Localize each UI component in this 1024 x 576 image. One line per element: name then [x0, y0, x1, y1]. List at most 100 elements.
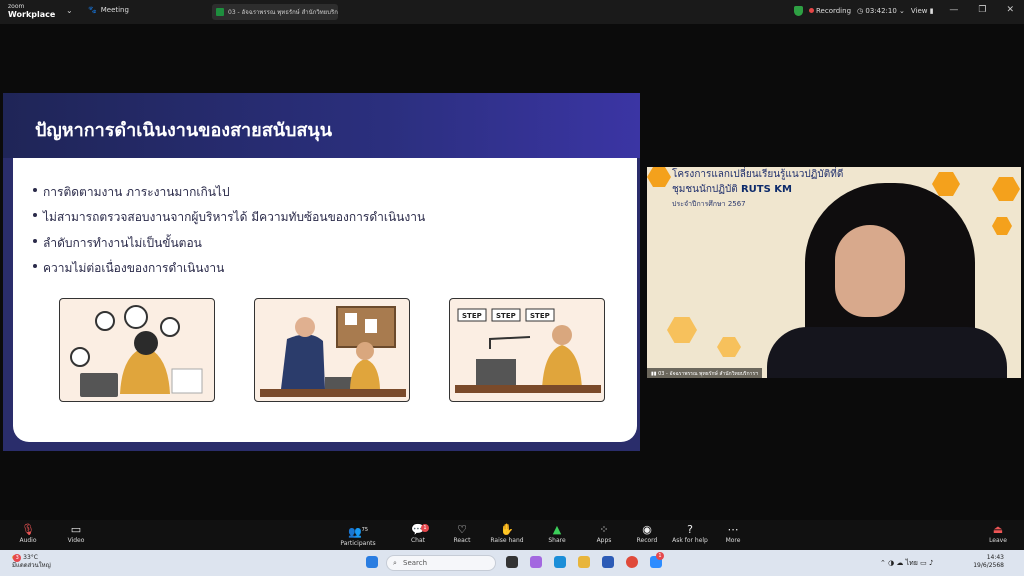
banner-line-2: ชุมชนนักปฏิบัติ — [672, 184, 738, 195]
zoom-logo: zoom Workplace — [8, 3, 55, 19]
help-label: Ask for help — [672, 537, 708, 544]
leave-label: Leave — [989, 537, 1007, 544]
work-steps-image: STEP STEP STEP — [455, 308, 601, 393]
brand-text: RUTS KM — [740, 184, 793, 195]
recording-status: Recording ◷ 03:42:10 ⌄ View ▮ — [794, 4, 934, 18]
react-label: React — [453, 537, 471, 544]
chat-label: Chat — [410, 537, 426, 544]
chrome-icon[interactable] — [626, 556, 638, 568]
record-icon: ◉ — [642, 523, 652, 536]
hand-icon: ✋ — [500, 523, 514, 536]
participant-name: 03 - อัจฉราพรรณ พุทธรักษ์ สำนักวิทยบริกา… — [658, 371, 758, 377]
recording-label: Recording — [816, 7, 852, 15]
title-bar: zoom Workplace ⌄ 🐾 Meeting 03 - อัจฉราพร… — [0, 0, 1024, 24]
task-view-icon[interactable] — [506, 556, 518, 568]
close-icon[interactable]: ✕ — [1006, 5, 1014, 15]
sheets-icon — [216, 8, 224, 16]
meeting-menu[interactable]: 🐾 Meeting — [88, 6, 129, 14]
participant-face — [835, 225, 905, 317]
zoom-badge: 1 — [656, 552, 664, 560]
time: 14:43 — [986, 554, 1004, 561]
audio-label: Audio — [19, 537, 37, 544]
chat-badge: 1 — [421, 524, 429, 532]
windows-start-icon[interactable] — [366, 556, 378, 568]
weather-widget[interactable]: ●3 33°C มีแดดส่วนใหญ่ — [12, 554, 51, 570]
language-indicator: ไทย — [905, 559, 918, 567]
mic-muted-icon: 🎙 — [21, 523, 35, 536]
apps-icon: ⁘ — [599, 523, 609, 536]
step-label-1: STEP — [462, 312, 482, 320]
overworked-worker-image — [70, 305, 203, 397]
ask-help-button[interactable]: ? Ask for help — [670, 524, 710, 545]
clock[interactable]: 14:43 19/6/2568 — [973, 554, 1004, 570]
hex-decoration — [647, 167, 671, 187]
step-label-3: STEP — [530, 312, 550, 320]
view-menu[interactable]: View ▮ — [911, 7, 934, 15]
hex-decoration — [932, 172, 960, 196]
recording-indicator[interactable]: Recording — [809, 7, 851, 15]
chevron-down-icon[interactable]: ⌄ — [66, 6, 73, 15]
video-button[interactable]: ▭ Video — [56, 523, 96, 545]
record-dot-icon — [809, 8, 814, 13]
audio-button[interactable]: 🎙 Audio — [8, 523, 48, 545]
timer-value: 03:42:10 — [865, 7, 897, 15]
participant-video[interactable]: โครงการแลกเปลี่ยนเรียนรู้แนวปฏิบัติที่ดี… — [647, 167, 1021, 378]
react-button[interactable]: ♡ React — [442, 523, 482, 545]
share-label: Share — [548, 537, 566, 544]
taskbar-search[interactable]: ⌕ Search — [386, 555, 496, 571]
temperature: 33°C — [23, 554, 38, 561]
more-button[interactable]: ⋯ More — [713, 523, 753, 545]
chat-button[interactable]: 💬 1 Chat — [398, 524, 438, 544]
hex-decoration — [717, 337, 741, 357]
bullet-1: การติดตามงาน ภาระงานมากเกินไป — [33, 183, 230, 202]
window-controls: — ❐ ✕ — [949, 5, 1014, 15]
meeting-toolbar: 🎙 Audio ▭ Video 👥75 Participants 💬 1 Chat ♡ Re… — [0, 520, 1024, 550]
weather-badge: 3 — [13, 554, 22, 562]
screen-share-pill[interactable]: 03 - อัจฉราพรรณ พุทธรักษ์ สำนักวิทยบริกา… — [212, 4, 338, 20]
hex-decoration — [992, 217, 1012, 235]
apps-button[interactable]: ⁘ Apps — [584, 523, 624, 545]
bullet-3: ลำดับการทำงานไม่เป็นขั้นตอน — [33, 234, 202, 253]
hex-decoration — [667, 317, 697, 343]
more-icon: ⋯ — [727, 523, 739, 536]
hex-decoration — [992, 177, 1020, 201]
edge-icon[interactable] — [554, 556, 566, 568]
zoom-logo-bottom: Workplace — [8, 10, 56, 19]
shield-icon — [794, 6, 803, 16]
copilot-icon[interactable] — [530, 556, 542, 568]
camera-icon: ▭ — [70, 523, 82, 536]
share-title: 03 - อัจฉราพรรณ พุทธรักษ์ สำนักวิทยบริกา… — [228, 9, 338, 16]
weather-desc: มีแดดส่วนใหญ่ — [12, 562, 51, 569]
participant-body — [767, 327, 1007, 378]
meeting-timer: ◷ 03:42:10 ⌄ — [857, 7, 905, 15]
participants-icon: 👥75 — [347, 525, 369, 539]
step-label-2: STEP — [496, 312, 516, 320]
leave-icon: ⏏ — [992, 523, 1004, 536]
participants-button[interactable]: 👥75 Participants — [338, 524, 378, 547]
participants-label: Participants — [340, 539, 376, 547]
date: 19/6/2568 — [973, 562, 1004, 569]
meeting-label: Meeting — [100, 6, 129, 14]
participant-name-label: ▮▮ 03 - อัจฉราพรรณ พุทธรักษ์ สำนักวิทยบร… — [647, 368, 762, 378]
zoom-app-icon[interactable]: 1 — [650, 552, 664, 568]
more-label: More — [725, 537, 741, 544]
restore-icon[interactable]: ❐ — [978, 5, 986, 15]
video-label: Video — [67, 537, 85, 544]
illustration-steps: STEP STEP STEP — [449, 298, 605, 402]
share-button[interactable]: ▲ Share — [537, 524, 577, 545]
raise-label: Raise hand — [490, 537, 524, 544]
tray-icons[interactable]: ⌃ ◑ ☁ ไทย ▭ ♪ — [880, 558, 933, 569]
store-icon[interactable] — [602, 556, 614, 568]
illustration-boss-scolding — [254, 298, 410, 402]
manager-and-staff-image — [260, 306, 406, 397]
slide-title: ปัญหาการดำเนินงานของสายสนับสนุน — [35, 120, 333, 141]
record-button[interactable]: ◉ Record — [627, 523, 667, 545]
windows-taskbar: ●3 33°C มีแดดส่วนใหญ่ ⌕ Search 1 ⌃ ◑ ☁ ไท… — [0, 550, 1024, 576]
raise-hand-button[interactable]: ✋ Raise hand — [487, 523, 527, 545]
minimize-icon[interactable]: — — [949, 5, 958, 15]
file-explorer-icon[interactable] — [578, 556, 590, 568]
paw-icon: 🐾 — [88, 6, 97, 14]
heart-icon: ♡ — [457, 523, 467, 536]
illustration-overworked — [59, 298, 215, 402]
leave-button[interactable]: ⏏ Leave — [978, 523, 1018, 545]
